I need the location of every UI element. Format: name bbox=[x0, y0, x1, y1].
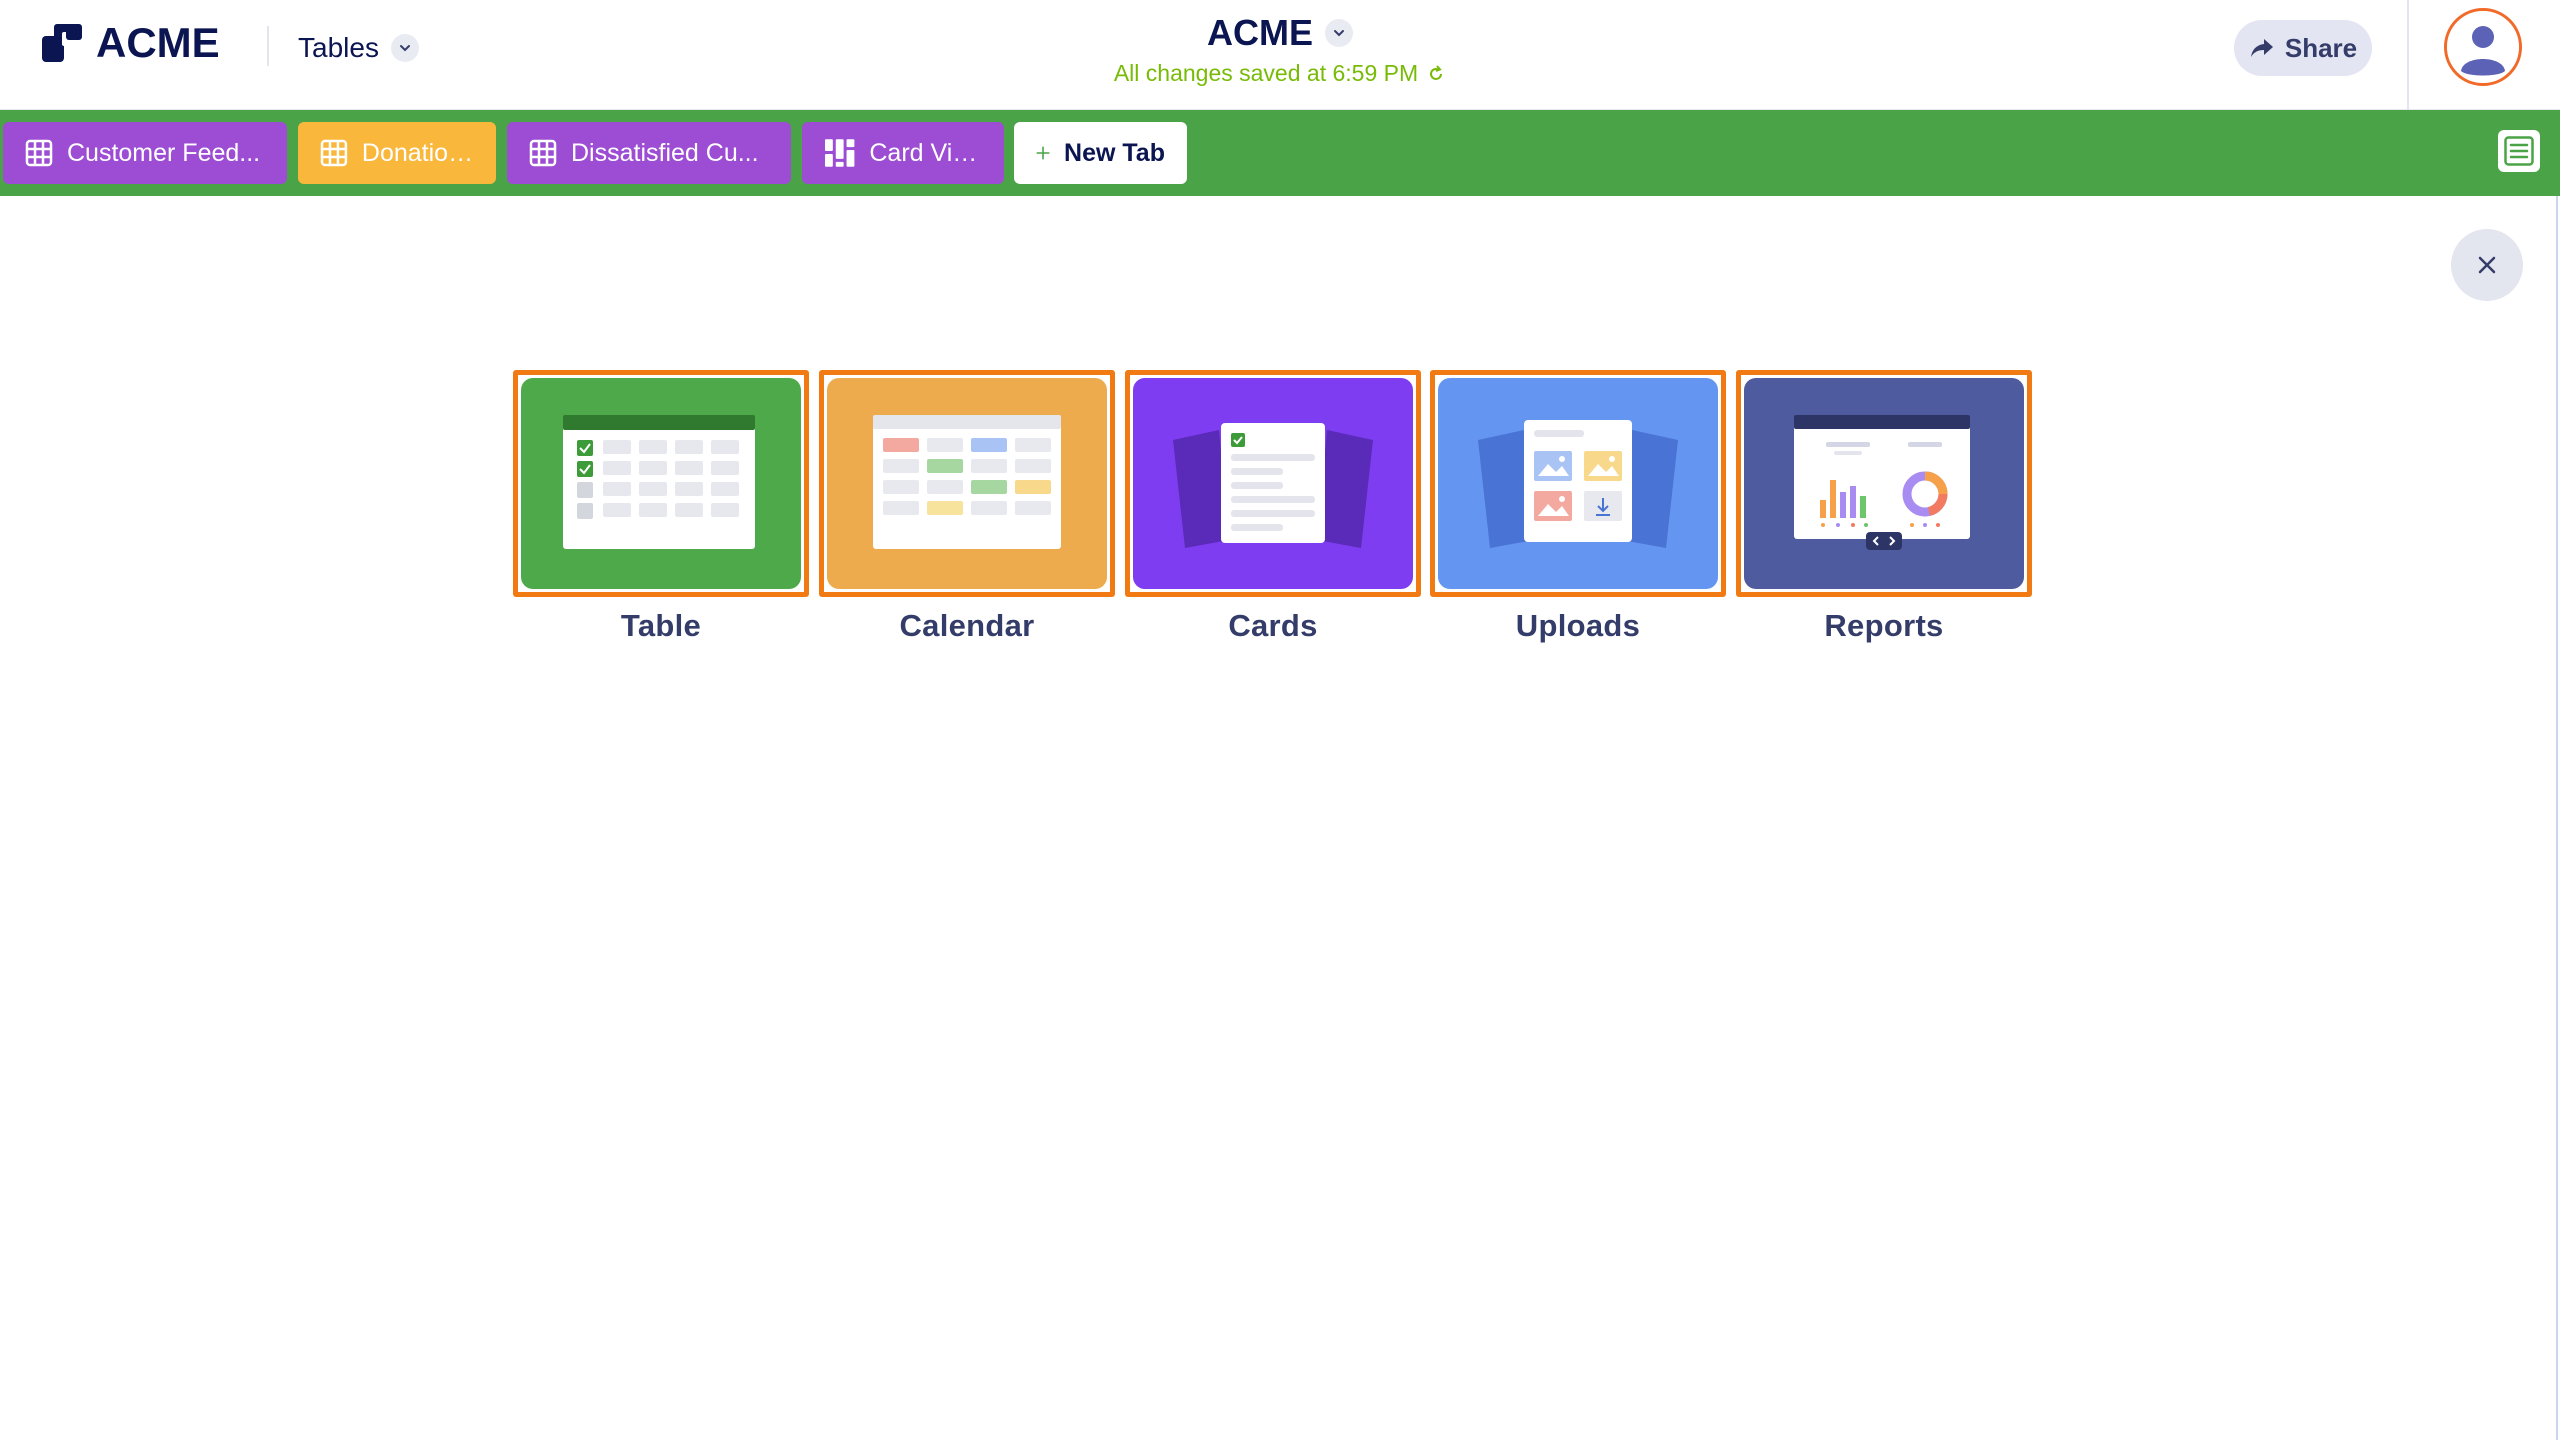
uploads-preview-icon bbox=[1438, 378, 1718, 589]
cards-view-illustration bbox=[1133, 378, 1413, 589]
grid-icon bbox=[320, 139, 348, 167]
acme-logo-icon bbox=[42, 24, 82, 62]
share-label: Share bbox=[2284, 32, 2358, 63]
view-option-cards[interactable] bbox=[1125, 370, 1421, 597]
new-tab-label: New Tab bbox=[1064, 138, 1165, 167]
tab-customer-feedback[interactable]: Customer Feed... bbox=[3, 122, 287, 184]
calendar-view-illustration bbox=[827, 378, 1107, 589]
save-status-text: All changes saved at 6:59 PM bbox=[1113, 60, 1419, 86]
view-label-calendar: Calendar bbox=[899, 608, 1035, 643]
cards-preview-icon bbox=[1133, 378, 1413, 589]
view-option-calendar[interactable] bbox=[819, 370, 1115, 597]
new-tab-button[interactable]: New Tab bbox=[1014, 122, 1187, 184]
calendar-preview-icon bbox=[827, 378, 1107, 589]
card-view-icon bbox=[824, 139, 855, 167]
tab-bar: Customer Feed... Donations Dissatisfied … bbox=[0, 110, 2560, 196]
user-avatar-icon bbox=[2447, 11, 2519, 83]
tab-donations[interactable]: Donations bbox=[298, 122, 496, 184]
avatar[interactable] bbox=[2444, 8, 2522, 86]
tab-label: Dissatisfied Cu... bbox=[571, 138, 759, 167]
acme-logo[interactable]: ACME bbox=[40, 18, 220, 68]
top-header: ACME Tables ACME All changes saved at 6:… bbox=[0, 0, 2560, 110]
page-title[interactable]: ACME bbox=[1207, 12, 1313, 54]
view-option-uploads[interactable] bbox=[1430, 370, 1726, 597]
view-label-cards: Cards bbox=[1228, 608, 1318, 643]
logo-text: ACME bbox=[96, 19, 220, 66]
form-title-area: ACME All changes saved at 6:59 PM bbox=[1000, 12, 1560, 87]
view-label-table: Table bbox=[620, 608, 702, 643]
tab-label: Donations bbox=[361, 138, 474, 167]
table-view-illustration bbox=[521, 378, 801, 589]
view-option-table[interactable] bbox=[513, 370, 809, 597]
plus-icon bbox=[1036, 146, 1050, 160]
chevron-down-icon bbox=[390, 34, 419, 62]
view-option-reports[interactable] bbox=[1736, 370, 2032, 597]
header-separator bbox=[267, 26, 269, 66]
view-label-reports: Reports bbox=[1824, 608, 1944, 643]
reports-view-illustration bbox=[1744, 378, 2024, 589]
app-root: ACME Tables ACME All changes saved at 6:… bbox=[0, 0, 2560, 1440]
tab-label: Card View bbox=[869, 138, 982, 167]
table-preview-icon bbox=[521, 378, 801, 589]
view-label-uploads: Uploads bbox=[1515, 608, 1641, 643]
grid-icon bbox=[529, 139, 557, 167]
hamburger-menu-icon bbox=[2504, 136, 2534, 166]
header-divider bbox=[2407, 0, 2409, 110]
close-button[interactable] bbox=[2451, 229, 2523, 301]
title-chevron-down-icon[interactable] bbox=[1325, 19, 1353, 47]
uploads-view-illustration bbox=[1438, 378, 1718, 589]
tab-label: Customer Feed... bbox=[67, 138, 261, 167]
close-icon bbox=[2478, 256, 2496, 274]
right-edge-border bbox=[2556, 196, 2560, 1440]
tab-card-view[interactable]: Card View bbox=[802, 122, 1004, 184]
product-label: Tables bbox=[298, 32, 379, 63]
save-status: All changes saved at 6:59 PM bbox=[1000, 60, 1560, 87]
tab-dissatisfied-customers[interactable]: Dissatisfied Cu... bbox=[507, 122, 791, 184]
share-arrow-icon bbox=[2250, 39, 2273, 57]
product-switcher[interactable]: Tables bbox=[298, 28, 419, 68]
reports-preview-icon bbox=[1744, 378, 2024, 589]
grid-icon bbox=[25, 139, 53, 167]
refresh-icon bbox=[1430, 64, 1443, 80]
menu-button[interactable] bbox=[2498, 130, 2540, 172]
share-button[interactable]: Share bbox=[2234, 20, 2372, 76]
